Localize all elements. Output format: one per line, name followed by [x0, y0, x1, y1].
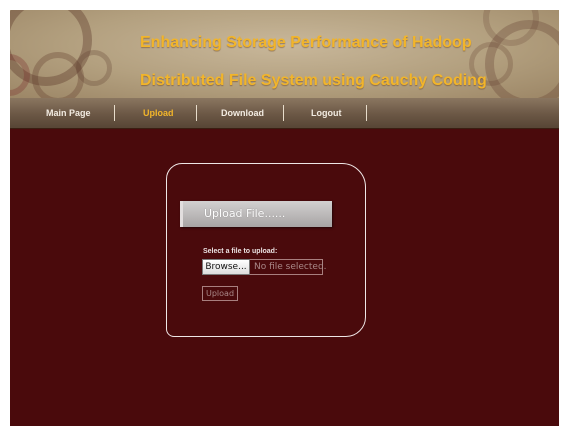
nav-separator: [366, 105, 367, 121]
header-banner: Enhancing Storage Performance of Hadoop …: [10, 10, 559, 98]
nav-separator: [114, 105, 115, 121]
nav-item-logout[interactable]: Logout: [311, 98, 342, 128]
upload-panel-heading: Upload File......: [204, 207, 286, 220]
nav-separator: [283, 105, 284, 121]
browse-button[interactable]: Browse...: [202, 259, 250, 275]
decorative-swirl: [32, 52, 84, 98]
upload-panel-header: Upload File......: [180, 201, 332, 227]
site-title-line-2: Distributed File System using Cauchy Cod…: [140, 72, 487, 89]
upload-submit-button[interactable]: Upload: [202, 286, 238, 301]
file-select-label: Select a file to upload:: [203, 248, 278, 255]
file-status-text: No file selected.: [254, 262, 327, 272]
nav-bar: Main Page Upload Download Logout: [10, 98, 559, 129]
nav-item-upload[interactable]: Upload: [143, 98, 174, 128]
nav-separator: [196, 105, 197, 121]
nav-item-download[interactable]: Download: [221, 98, 264, 128]
decorative-swirl: [76, 50, 112, 86]
site-title-line-1: Enhancing Storage Performance of Hadoop: [140, 34, 472, 51]
nav-item-main-page[interactable]: Main Page: [46, 98, 91, 128]
